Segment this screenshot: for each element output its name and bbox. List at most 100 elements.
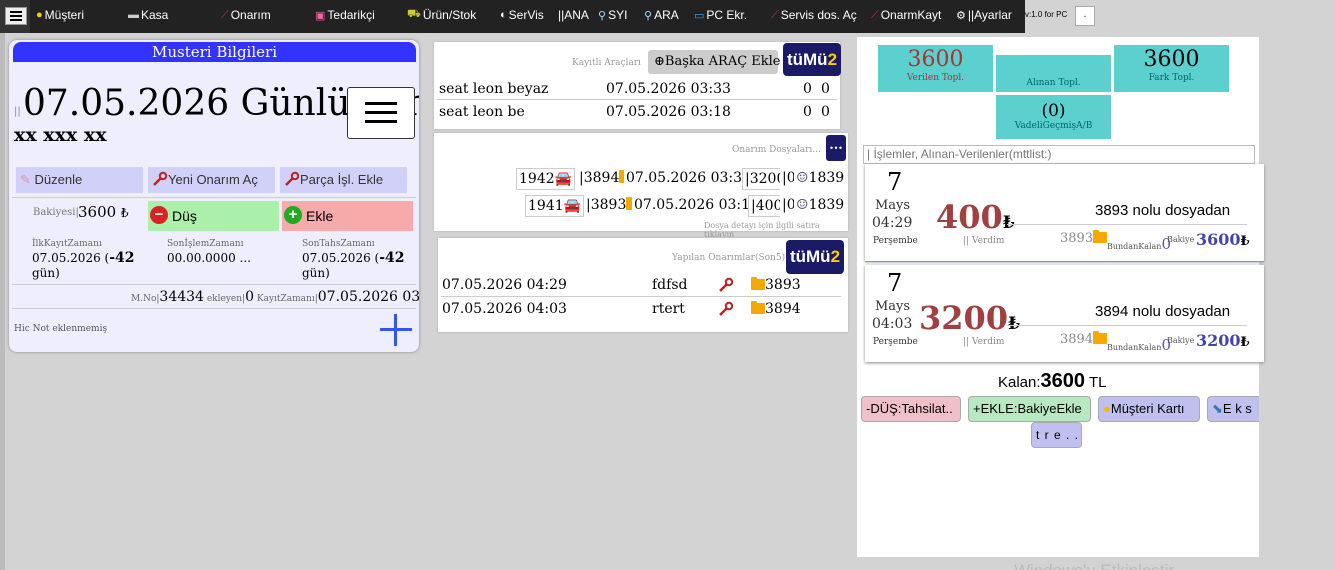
nav-tedarikci[interactable]: ▣ Tedarikçi <box>315 8 375 22</box>
ekle-bakiye-button[interactable]: +EKLE:BakiyeEkle <box>968 396 1091 422</box>
nav-onarim[interactable]: ⟋ Onarım <box>221 8 271 22</box>
add-note-button[interactable] <box>380 314 412 346</box>
txn-file: 3894 <box>1060 331 1108 347</box>
lira-icon: ₺ <box>120 206 129 220</box>
cash-icon: ▬ <box>128 9 139 21</box>
repair-file: 3894 <box>751 301 801 317</box>
nav-servis[interactable]: ◐ SerVis <box>500 8 544 22</box>
nav-onarm-kayt[interactable]: ⟋ OnarmKayt <box>871 8 941 22</box>
dus-tahsilat-button[interactable]: -DÜŞ:Tahsilat.. <box>861 396 961 422</box>
nav-servis-dos[interactable]: ⟋ Servis dos. Aç <box>771 8 857 22</box>
divider <box>1007 325 1247 326</box>
son-tahs-value: 07.05.2026 (-42 gün) <box>302 250 405 281</box>
list-icon <box>365 102 397 123</box>
stat-fark[interactable]: 3600 Fark Topl. <box>1114 45 1229 92</box>
files-panel: Onarım Dosyaları... ... 1942🚘 |3894 07.0… <box>434 133 848 239</box>
txn-bundan: BundanKalan0 <box>1107 336 1171 354</box>
txn-amount: 3200₺ <box>919 299 1020 337</box>
name-separator: || <box>14 106 21 117</box>
wrench-icon <box>285 171 300 186</box>
customer-menu-button[interactable] <box>347 87 415 139</box>
stat-verilen[interactable]: 3600 Verilen Topl. <box>878 45 993 92</box>
vehicle-name: seat leon beyaz <box>439 81 549 97</box>
txn-file: 3893 <box>1060 230 1108 246</box>
nav-urun-stok[interactable]: ⛟ Ürün/Stok <box>407 8 476 22</box>
file-date: 07.05.2026 03:33 <box>624 168 753 190</box>
ilk-kayit-value: 07.05.2026 (-42 gün) <box>32 250 135 281</box>
duzenle-button[interactable]: ✎ Düzenle <box>16 167 143 193</box>
vehicle-count-a: 0 <box>803 81 812 97</box>
dus-button[interactable]: − Düş <box>148 201 279 231</box>
lira-icon: ₺ <box>1240 335 1250 350</box>
stat-alinan[interactable]: Alınan Topl. <box>996 55 1111 92</box>
divider <box>441 296 841 297</box>
minus-icon: − <box>150 206 168 224</box>
repairs-tumu-button[interactable]: tüMü2 <box>786 240 844 274</box>
divider <box>12 197 416 198</box>
wrench-icon: ⟋ <box>771 8 779 21</box>
search-icon: ⚲ <box>644 9 653 22</box>
nav-musteri[interactable]: ● Müşteri <box>36 8 84 22</box>
parca-islem-ekle-button[interactable]: Parça İşl. Ekle <box>280 167 407 193</box>
stat-vadeli[interactable]: (0) VadeliGeçmişA/B <box>996 95 1111 139</box>
vehicle-count-b: 0 <box>821 81 830 97</box>
txn-amount: 400₺ <box>936 198 1015 236</box>
repair-date: 07.05.2026 04:29 <box>442 277 567 293</box>
vehicles-tumu-button[interactable]: tüMü2 <box>783 43 841 76</box>
repairs-title: Yapılan Onarımlar(Son5) <box>672 253 786 263</box>
user-icon: ● <box>36 9 43 21</box>
download-icon: ⬊ <box>1212 401 1223 416</box>
customer-panel: Musteri Bilgileri || 07.05.2026 Günlük a… <box>9 40 419 352</box>
txn-desc: 3894 nolu dosyadan <box>1095 303 1231 320</box>
gear-icon: ⚙ <box>956 9 966 22</box>
wrench-icon: ⟋ <box>871 8 879 21</box>
vehicle-plate: xx xxx xx <box>14 124 107 146</box>
search-icon: ⚲ <box>598 9 607 22</box>
islemler-input[interactable]: | İşlemler, Alınan-Verilenler(mttlist:) <box>863 145 1255 164</box>
files-more-button[interactable]: ... <box>826 135 846 161</box>
divider <box>1007 224 1247 225</box>
musteri-karti-button[interactable]: ●Müşteri Kartı <box>1098 396 1200 422</box>
repair-desc: rtert <box>652 301 685 317</box>
balance-value: 3600 ₺ <box>78 203 129 221</box>
wrench-icon <box>719 301 734 316</box>
txn-month: Mays <box>875 198 911 213</box>
ekstre-button-continued[interactable]: t r e . . . <box>1031 422 1082 448</box>
yeni-onarim-button[interactable]: Yeni Onarım Aç <box>148 167 275 193</box>
balance-label: Bakiyesi| <box>33 207 79 218</box>
txn-time: 04:03 <box>872 316 913 332</box>
txn-day: 7 <box>887 168 903 196</box>
txn-bakiye-label: Bakiye <box>1167 336 1195 345</box>
ekstre-button[interactable]: ⬊E k s <box>1207 396 1259 422</box>
vehicles-panel: Kayıtlı Araçları ⊕Başka ARAÇ Ekle tüMü2 … <box>434 42 841 129</box>
nav-syi[interactable]: ⚲ SYI <box>598 8 627 22</box>
main-nav: ● Müşteri ▬ Kasa ⟋ Onarım ▣ Tedarikçi ⛟ Ürün/… <box>30 0 1025 33</box>
txn-weekday: Perşembe <box>873 337 918 347</box>
folder-icon <box>1093 230 1108 243</box>
transaction-card[interactable]: 7 Mays 04:29 Perşembe 400₺ 3893 nolu dos… <box>865 164 1264 261</box>
txn-day: 7 <box>887 269 903 297</box>
transaction-card[interactable]: 7 Mays 04:03 Perşembe 3200₺ 3894 nolu do… <box>865 265 1264 362</box>
customer-panel-header: Musteri Bilgileri <box>13 42 416 62</box>
ekle-button[interactable]: + Ekle <box>282 201 413 231</box>
nav-ana[interactable]: ||ANA <box>558 8 589 22</box>
son-islem-label: SonİşlemZamanı <box>167 239 244 249</box>
add-vehicle-button[interactable]: ⊕Başka ARAÇ Ekle <box>648 50 781 74</box>
nav-kasa[interactable]: ▬ Kasa <box>128 8 168 22</box>
folder-icon <box>751 277 765 290</box>
nav-ara[interactable]: ⚲ ARA <box>644 8 679 22</box>
lira-icon: ₺ <box>1002 213 1015 233</box>
vehicle-name: seat leon be <box>439 104 525 120</box>
file-vehicle: 1942🚘 <box>516 168 576 190</box>
left-strip <box>0 33 5 570</box>
txn-month: Mays <box>875 299 911 314</box>
mno-row: M.No|34434 ekleyen|0 KayıtZamanı|07.05.2… <box>131 289 419 305</box>
monitor-icon: ▭ <box>694 9 705 22</box>
hamburger-menu-button[interactable] <box>5 7 27 25</box>
car-icon: 🚘 <box>554 171 573 187</box>
nav-pc-ekr[interactable]: ▭ PC Ekr. <box>694 8 747 22</box>
add-circle-icon: ⊕ <box>654 54 665 69</box>
wrench-icon <box>719 277 734 292</box>
service-icon: ◐ <box>500 9 507 21</box>
nav-ayarlar[interactable]: ⚙ ||Ayarlar <box>956 8 1012 22</box>
